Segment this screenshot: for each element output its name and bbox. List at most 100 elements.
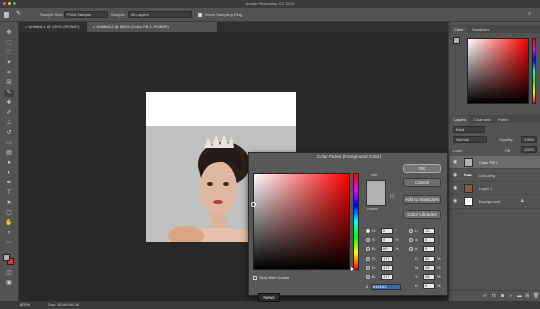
- b-radio[interactable]: [366, 247, 370, 251]
- l-radio[interactable]: [409, 229, 413, 233]
- search-icon[interactable]: ⌕: [528, 11, 531, 17]
- visibility-eye-icon[interactable]: ◉: [453, 173, 459, 178]
- s-radio[interactable]: [366, 238, 370, 242]
- c-field[interactable]: 32: [423, 256, 435, 262]
- healing-brush-tool-icon[interactable]: ✚: [4, 100, 14, 107]
- gradient-tool-icon[interactable]: ▤: [4, 150, 14, 157]
- layer-row-background[interactable]: ◉ Background 🔒︎: [449, 195, 540, 209]
- tab-color[interactable]: Color: [451, 26, 467, 33]
- eyedropper-tool-icon[interactable]: ✎: [4, 90, 14, 97]
- a-field[interactable]: 0: [423, 237, 435, 243]
- rectangle-tool-icon[interactable]: ▢: [4, 210, 14, 217]
- current-color-swatch[interactable]: [366, 193, 386, 206]
- m-field[interactable]: 25: [423, 265, 435, 271]
- dialog-title: Color Picker (Foreground Color): [316, 154, 382, 159]
- saturation-brightness-field[interactable]: [251, 173, 350, 270]
- hex-field[interactable]: b1b1b1: [371, 284, 401, 290]
- blur-tool-icon[interactable]: ●: [4, 160, 14, 167]
- pen-tool-icon[interactable]: ✒: [4, 180, 14, 187]
- k-field[interactable]: 0: [423, 283, 435, 289]
- zoom-level[interactable]: 800%: [20, 303, 30, 307]
- opacity-field[interactable]: 100%: [521, 136, 537, 143]
- visibility-eye-icon[interactable]: ◉: [453, 160, 459, 165]
- tab-paths[interactable]: Paths: [495, 116, 511, 123]
- r-radio[interactable]: [366, 257, 370, 261]
- brush-tool-icon[interactable]: ✐: [4, 110, 14, 117]
- cube-warning-icon[interactable]: ⬡: [390, 195, 394, 200]
- l-field[interactable]: 72: [423, 228, 435, 234]
- frame-tool-icon[interactable]: ☒: [4, 80, 14, 87]
- g-field[interactable]: 177: [381, 265, 393, 271]
- mask-icon[interactable]: ◙: [501, 294, 504, 299]
- home-icon[interactable]: [4, 12, 9, 18]
- hue-slider-handle[interactable]: [351, 267, 354, 271]
- new-group-icon[interactable]: ▬: [517, 294, 522, 299]
- zoom-tool-icon[interactable]: ⌕: [4, 230, 14, 237]
- move-tool-icon[interactable]: ✥: [4, 30, 14, 37]
- tab-untitled-2[interactable]: × Untitled-2 @ 800% (Color Fill 1, RGB/8…: [87, 22, 217, 32]
- color-field-marker[interactable]: [251, 202, 256, 207]
- y-field[interactable]: 26: [423, 274, 435, 280]
- a-radio[interactable]: [409, 238, 413, 242]
- opacity-label: Opacity:: [499, 137, 514, 142]
- hue-slider[interactable]: [532, 38, 536, 104]
- history-brush-tool-icon[interactable]: ↺: [4, 130, 14, 137]
- fx-icon[interactable]: fx: [492, 294, 496, 299]
- path-selection-tool-icon[interactable]: ➤: [4, 200, 14, 207]
- crop-tool-icon[interactable]: ⌗: [4, 70, 14, 77]
- eraser-tool-icon[interactable]: ▭: [4, 140, 14, 147]
- magic-wand-tool-icon[interactable]: ✦: [4, 60, 14, 67]
- cancel-button[interactable]: Cancel: [403, 178, 441, 187]
- s-field[interactable]: 0: [381, 237, 393, 243]
- hand-tool-icon[interactable]: ✋: [4, 220, 14, 227]
- only-web-colors-checkbox[interactable]: [253, 276, 257, 280]
- layer-filter-kind[interactable]: Kind: [453, 126, 485, 133]
- h-radio[interactable]: [366, 229, 370, 233]
- hue-slider[interactable]: [351, 173, 359, 271]
- lab-b-radio[interactable]: [409, 247, 413, 251]
- g-radio[interactable]: [366, 266, 370, 270]
- b-field[interactable]: 69: [381, 246, 393, 252]
- lasso-tool-icon[interactable]: ➰: [4, 50, 14, 57]
- type-tool-icon[interactable]: T: [4, 190, 14, 197]
- blue-radio[interactable]: [366, 275, 370, 279]
- clone-stamp-tool-icon[interactable]: ⊥: [4, 120, 14, 127]
- visibility-eye-icon[interactable]: ◉: [453, 199, 459, 204]
- show-ring-checkbox[interactable]: [198, 13, 202, 17]
- fill-field[interactable]: 100%: [521, 146, 537, 153]
- color-libraries-button[interactable]: Color Libraries: [403, 210, 441, 219]
- tab-channels[interactable]: Channels: [471, 116, 494, 123]
- document-canvas-white-area[interactable]: [146, 92, 296, 126]
- eyedropper-tool-icon[interactable]: ✎: [16, 11, 21, 17]
- layer-row-colouring[interactable]: ◉ ▸▬ colouring: [449, 169, 540, 182]
- foreground-color-swatch[interactable]: [453, 37, 460, 44]
- r-field[interactable]: 177: [381, 256, 393, 262]
- tab-untitled-1[interactable]: × Untitled-1 @ 100% (RGB/8*): [19, 22, 85, 32]
- more-tools-icon[interactable]: ⋯: [4, 240, 14, 247]
- quick-mask-icon[interactable]: ◫: [4, 270, 14, 277]
- tab-layers[interactable]: Layers: [451, 116, 470, 123]
- new-layer-icon[interactable]: ⊞: [525, 294, 529, 299]
- add-to-swatches-button[interactable]: Add to Swatches: [403, 195, 441, 204]
- adjustment-layer-icon[interactable]: ◑: [509, 294, 512, 299]
- layer-row-color-fill-1[interactable]: ◉ Color Fill 1: [449, 156, 540, 169]
- sample-select[interactable]: All Layers: [128, 11, 192, 18]
- sample-size-select[interactable]: Point Sample: [64, 11, 108, 18]
- tab-swatches[interactable]: Swatches: [469, 26, 492, 33]
- trash-icon[interactable]: 🗑︎: [533, 294, 539, 299]
- screen-mode-icon[interactable]: ▣: [4, 280, 14, 287]
- foreground-color-swatch[interactable]: [3, 254, 10, 261]
- ok-button[interactable]: OK: [403, 164, 441, 173]
- marquee-tool-icon[interactable]: ⬚: [4, 40, 14, 47]
- blue-field[interactable]: 177: [381, 274, 393, 280]
- layer-row-layer-1[interactable]: ◉ Layer 1: [449, 182, 540, 195]
- dodge-tool-icon[interactable]: ◐: [4, 170, 14, 177]
- lab-b-field[interactable]: 0: [423, 246, 435, 252]
- h-field[interactable]: 0: [381, 228, 393, 234]
- c-unit: %: [437, 256, 441, 261]
- visibility-eye-icon[interactable]: ◉: [453, 186, 459, 191]
- color-field[interactable]: [467, 38, 529, 104]
- link-layers-icon[interactable]: ∞: [483, 294, 487, 299]
- l-label: L:: [415, 228, 419, 233]
- blend-mode-select[interactable]: Normal: [453, 136, 487, 143]
